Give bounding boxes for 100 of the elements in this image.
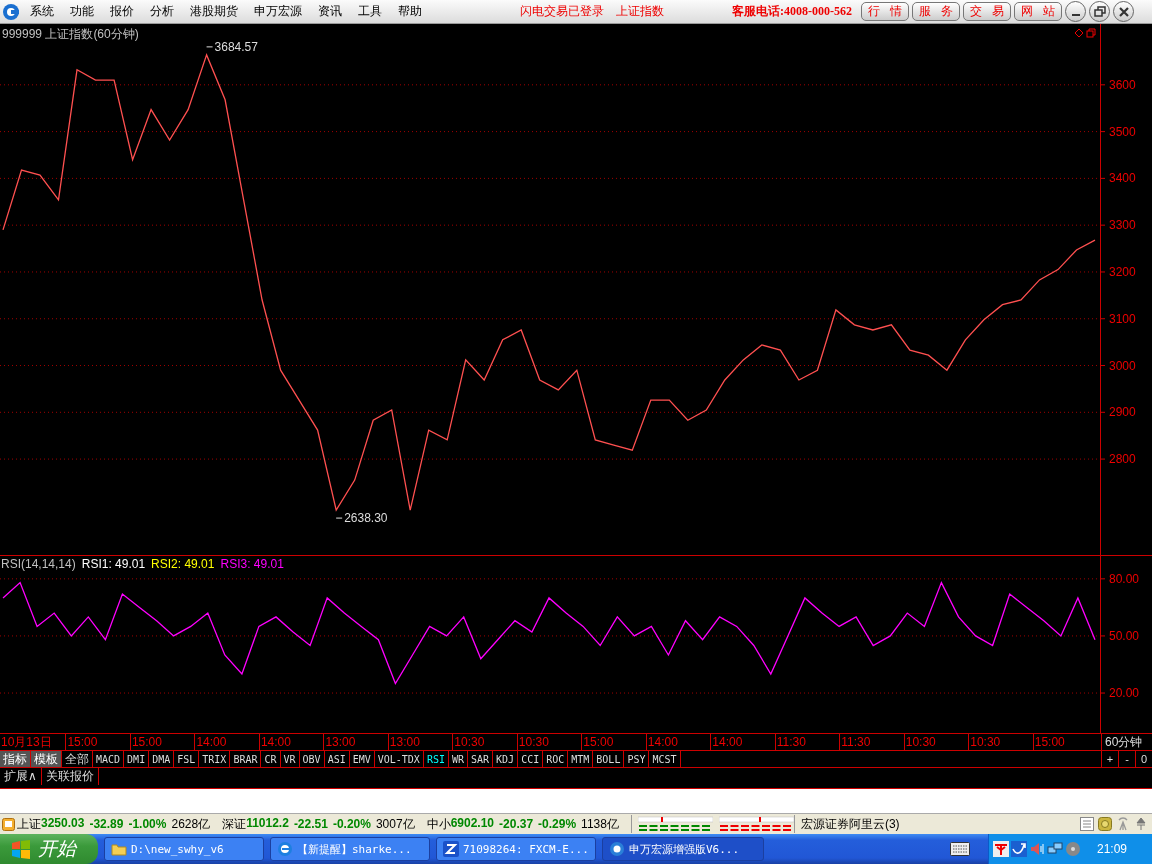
pin-icon[interactable] <box>1134 817 1148 831</box>
axis-label: 80.00 <box>1109 571 1140 586</box>
time-label: 14:00 <box>710 734 775 750</box>
indicator-tab[interactable]: TRIX <box>199 751 231 767</box>
legend-text: RSI(14,14,14) <box>1 557 76 571</box>
indicator-tab[interactable]: DMI <box>124 751 150 767</box>
leader-line <box>206 46 214 48</box>
close-button[interactable] <box>1113 1 1134 22</box>
time-label: 10:30 <box>516 734 582 750</box>
time-label: 15:00 <box>1032 734 1098 750</box>
connection-meter-icon <box>637 816 713 832</box>
tray-app-icon[interactable] <box>993 841 1009 857</box>
time-label: 13:00 <box>323 734 388 750</box>
index-percent: -0.29% <box>538 817 577 831</box>
axis-label: 50.00 <box>1109 628 1140 643</box>
menu-item[interactable]: 资讯 <box>310 3 350 20</box>
tray-arrow-icon[interactable] <box>1011 841 1027 857</box>
taskbar-button[interactable]: 【新提醒】sharke... <box>270 837 430 861</box>
axis-label: 3300 <box>1109 218 1136 233</box>
axis-label: 20.00 <box>1109 686 1140 701</box>
taskbar-button[interactable]: 71098264: FXCM-E... <box>436 837 596 861</box>
app-logo-icon <box>609 841 625 857</box>
menu-item[interactable]: 申万宏源 <box>246 3 310 20</box>
index-turnover: 1138亿 <box>581 815 619 833</box>
nav-button[interactable]: 服务 <box>912 2 960 21</box>
legend-text: RSI1: 49.01 <box>81 557 146 571</box>
time-label: 15:00 <box>129 734 195 750</box>
indicator-tab[interactable]: MTM <box>568 751 594 767</box>
taskbar-button[interactable]: D:\new_swhy_v6 <box>104 837 264 861</box>
index-percent: -1.00% <box>128 817 167 831</box>
index-percent: -0.20% <box>332 817 371 831</box>
chart-title: 999999 上证指数(60分钟) <box>2 26 139 43</box>
restore-button[interactable] <box>1089 1 1110 22</box>
index-change: -20.37 <box>499 817 534 831</box>
clock-time: 21:09 <box>1097 842 1128 856</box>
leader-line <box>335 517 343 519</box>
indicator-tab[interactable]: MACD <box>93 751 125 767</box>
time-label: 14:00 <box>645 734 711 750</box>
menu-item[interactable]: 功能 <box>62 3 102 20</box>
indicator-tab[interactable]: DMA <box>149 751 175 767</box>
indicator-tab[interactable]: CCI <box>518 751 544 767</box>
time-label: 14:00 <box>258 734 324 750</box>
nav-button[interactable]: 交易 <box>963 2 1011 21</box>
time-label: 10:30 <box>968 734 1033 750</box>
axis-label: 2900 <box>1109 405 1136 420</box>
coin-icon[interactable] <box>1098 817 1112 831</box>
index-turnover: 3007亿 <box>375 815 415 833</box>
time-label: 10:30 <box>452 734 517 750</box>
legend-text: RSI3: 49.01 <box>220 557 284 571</box>
keyboard-icon[interactable] <box>950 842 970 856</box>
period-label: 60分钟 <box>1101 734 1152 750</box>
network-icon[interactable] <box>1047 841 1063 857</box>
diamond-icon[interactable] <box>1074 28 1084 38</box>
nav-button[interactable]: 行情 <box>861 2 909 21</box>
indicator-tab[interactable]: ROC <box>543 751 569 767</box>
menu-item[interactable]: 工具 <box>350 3 390 20</box>
folder-icon[interactable] <box>2 817 15 831</box>
speaker-icon[interactable] <box>1029 841 1045 857</box>
restore-icon[interactable] <box>1086 28 1096 38</box>
chat-app-icon <box>443 841 459 857</box>
list-icon[interactable] <box>1080 817 1094 831</box>
indicator-tab[interactable]: 指标 <box>0 751 31 767</box>
annotation-label: 3684.57 <box>214 39 258 54</box>
start-button[interactable]: 开始 <box>0 834 98 864</box>
minimize-icon <box>1071 13 1080 16</box>
menu-item[interactable]: 帮助 <box>390 3 430 20</box>
app-logo-icon[interactable] <box>2 2 20 21</box>
axis-label: 3400 <box>1109 171 1136 186</box>
disc-icon[interactable] <box>1065 841 1081 857</box>
menu-item[interactable]: 分析 <box>142 3 182 20</box>
annotation-label: 2638.30 <box>344 511 388 526</box>
close-icon <box>1117 5 1130 18</box>
indicator-tab[interactable]: 全部 <box>62 751 93 767</box>
time-label: 14:00 <box>194 734 259 750</box>
time-label: 15:00 <box>65 734 130 750</box>
time-label: 11:30 <box>839 734 904 750</box>
index-link[interactable]: 上证指数 <box>616 3 664 20</box>
axis-label: 3000 <box>1109 358 1136 373</box>
folder-icon <box>111 841 127 857</box>
minimize-button[interactable] <box>1065 1 1086 22</box>
index-price: 3250.03 <box>41 815 85 832</box>
windows-logo-icon <box>10 839 32 859</box>
indicator-tab[interactable]: 模板 <box>31 751 62 767</box>
menu-item[interactable]: 系统 <box>22 3 62 20</box>
taskbar-button[interactable]: 申万宏源增强版V6... <box>602 837 764 861</box>
indicator-tab[interactable]: SAR <box>468 751 494 767</box>
index-change: -22.51 <box>293 817 328 831</box>
axis-label: 3500 <box>1109 124 1136 139</box>
antenna-icon[interactable] <box>1116 817 1130 831</box>
menu-item[interactable]: 报价 <box>102 3 142 20</box>
nav-button[interactable]: 网站 <box>1014 2 1062 21</box>
index-price: 6902.10 <box>450 815 495 832</box>
time-label: 15:00 <box>581 734 646 750</box>
indicator-tab[interactable]: MCST <box>649 751 681 767</box>
indicator-tab[interactable]: KDJ <box>493 751 519 767</box>
menu-item[interactable]: 港股期货 <box>182 3 246 20</box>
index-price: 11012.2 <box>246 815 289 832</box>
index-name: 深证 <box>222 815 247 833</box>
legend-text: RSI2: 49.01 <box>151 557 215 571</box>
server-name: 宏源证券阿里云(3) <box>800 815 901 833</box>
